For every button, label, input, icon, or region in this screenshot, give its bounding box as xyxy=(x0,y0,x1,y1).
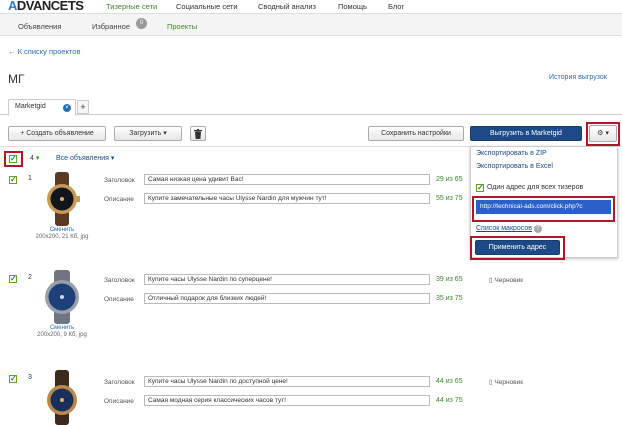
export-zip-item[interactable]: Экспортировать в ZIP xyxy=(476,150,547,157)
ad-1-change-image-link[interactable]: Сменить xyxy=(32,227,92,234)
ad-2-checkbox[interactable]: ✓ xyxy=(9,275,17,283)
subnav-projects[interactable]: Проекты xyxy=(167,22,197,31)
ad-1-thumbnail[interactable] xyxy=(36,172,88,226)
ad-1-title-label: Заголовок xyxy=(104,177,135,184)
save-settings-button[interactable]: Сохранить настройки xyxy=(368,126,464,141)
settings-gear-button[interactable]: ⚙ ▾ xyxy=(589,125,617,142)
delete-button[interactable] xyxy=(190,126,206,141)
ad-1-title-counter: 29 из 65 xyxy=(436,176,463,183)
nav-blog[interactable]: Блог xyxy=(388,2,404,11)
gear-icon: ⚙ ▾ xyxy=(597,130,609,137)
ad-1-thumb-caption: Сменить 200x200, 21 Кб, jpg xyxy=(32,227,92,241)
filter-dropdown[interactable]: Все объявления ▾ xyxy=(56,154,114,162)
help-icon: ? xyxy=(533,225,542,233)
ad-2-title-counter: 39 из 65 xyxy=(436,276,463,283)
ad-3-title-label: Заголовок xyxy=(104,379,135,386)
ad-2-desc-label: Описание xyxy=(104,296,134,303)
page-title: МГ xyxy=(8,72,25,86)
subnav-favorites[interactable]: Избранное xyxy=(92,22,130,31)
ad-1-desc-input[interactable]: Купите замечательные часы Ulysse Nardin … xyxy=(144,193,430,204)
tab-marketgid[interactable]: Marketgid × xyxy=(8,99,76,116)
export-history-link[interactable]: История выгрузок xyxy=(549,74,607,81)
load-dropdown-button[interactable]: Загрузить ▾ xyxy=(114,126,182,141)
ad-2-desc-input[interactable]: Отличный подарок для близких людей! xyxy=(144,293,430,304)
ad-1-number: 1 xyxy=(28,175,32,182)
nav-social-networks[interactable]: Социальные сети xyxy=(176,2,238,11)
ad-3-title-input[interactable]: Купите часы Ulysse Nardin по доступной ц… xyxy=(144,376,430,387)
export-excel-item[interactable]: Экспортировать в Excel xyxy=(476,163,553,170)
macros-list-link[interactable]: Список макросов ? xyxy=(476,225,542,233)
nav-teaser-networks[interactable]: Тизерные сети xyxy=(106,2,157,11)
ad-3-number: 3 xyxy=(28,374,32,381)
ad-1-desc-counter: 55 из 75 xyxy=(436,195,463,202)
one-address-checkbox[interactable]: ✓ xyxy=(476,184,484,192)
ad-2-title-input[interactable]: Купите часы Ulysse Nardin по суперцене! xyxy=(144,274,430,285)
ad-1-checkbox[interactable]: ✓ xyxy=(9,176,17,184)
ad-3-desc-label: Описание xyxy=(104,398,134,405)
back-to-projects-link[interactable]: ← К списку проектов xyxy=(8,47,80,56)
one-address-label: Один адрес для всех тизеров xyxy=(487,184,584,191)
apply-address-button[interactable]: Применить адрес xyxy=(475,240,560,255)
ad-1-desc-label: Описание xyxy=(104,196,134,203)
url-input[interactable]: http://technical-ads.com/click.php?c xyxy=(476,200,611,214)
subnav-ads[interactable]: Объявления xyxy=(18,22,61,31)
tab-strip xyxy=(0,99,622,115)
ad-2-draft-status[interactable]: ▯ Черновик xyxy=(489,276,523,284)
ad-2-change-image-link[interactable]: Сменить xyxy=(32,325,92,332)
trash-icon xyxy=(194,129,202,139)
ad-3-desc-input[interactable]: Самая модная серия классических часов ту… xyxy=(144,395,430,406)
watch-image-1 xyxy=(47,172,80,226)
nav-summary-analysis[interactable]: Сводный анализ xyxy=(258,2,316,11)
ad-1-title-input[interactable]: Самая низкая цена удивит Вас! xyxy=(144,174,430,185)
ad-2-thumb-caption: Сменить 200x200, 9 Кб, jpg xyxy=(32,325,92,339)
favorites-count-badge: 0 xyxy=(136,18,147,29)
ad-2-number: 2 xyxy=(28,274,32,281)
add-tab-button[interactable]: + xyxy=(77,100,89,114)
ad-3-checkbox[interactable]: ✓ xyxy=(9,375,17,383)
close-tab-icon[interactable]: × xyxy=(63,104,71,112)
export-marketgid-button[interactable]: Выгрузить в Marketgid xyxy=(470,126,582,141)
ad-2-title-label: Заголовок xyxy=(104,277,135,284)
ads-count[interactable]: 4 ▾ xyxy=(30,154,39,162)
ad-3-desc-counter: 44 из 75 xyxy=(436,397,463,404)
watch-image-3 xyxy=(47,370,77,425)
create-ad-button[interactable]: + Создать объявление xyxy=(8,126,106,141)
ad-2-desc-counter: 35 из 75 xyxy=(436,295,463,302)
ad-3-thumbnail[interactable] xyxy=(36,370,88,425)
watch-image-2 xyxy=(45,270,79,324)
ad-3-title-counter: 44 из 65 xyxy=(436,378,463,385)
nav-help[interactable]: Помощь xyxy=(338,2,367,11)
ad-3-draft-status[interactable]: ▯ Черновик xyxy=(489,378,523,386)
select-all-checkbox[interactable]: ✓ xyxy=(9,155,17,163)
brand-logo[interactable]: ADVANCETS xyxy=(8,0,84,13)
ad-2-thumbnail[interactable] xyxy=(36,270,88,324)
